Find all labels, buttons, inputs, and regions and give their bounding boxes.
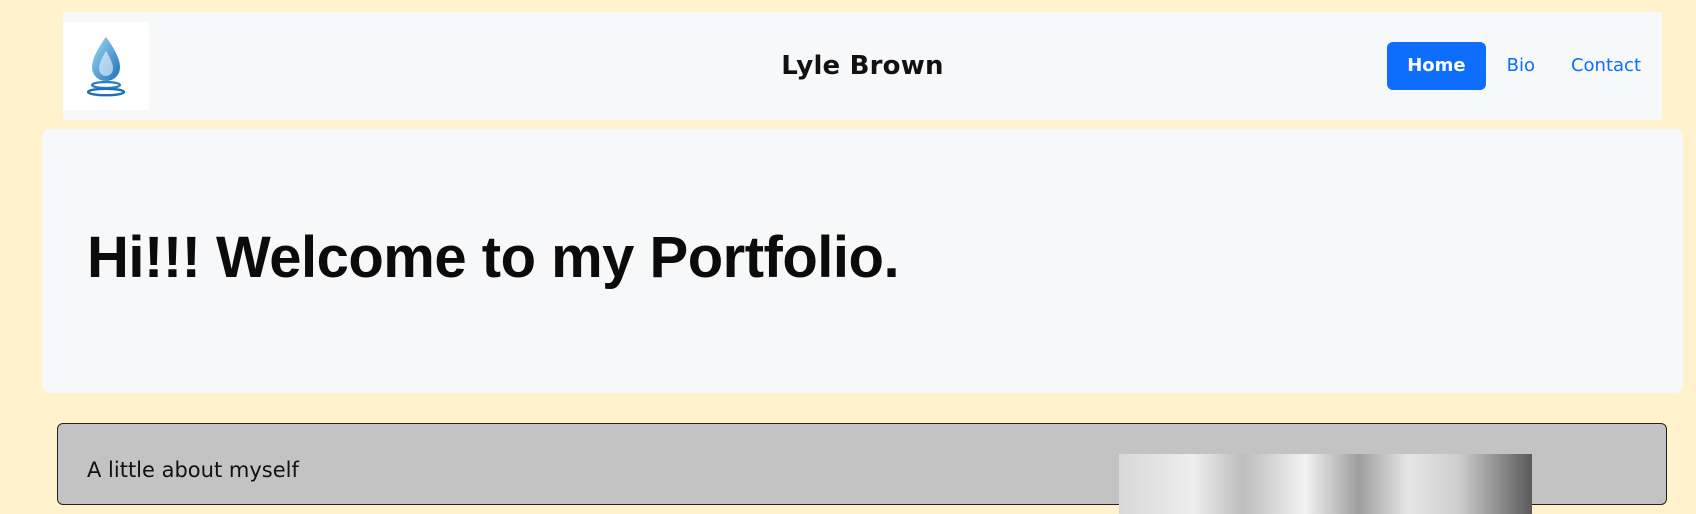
hero-title: Hi!!! Welcome to my Portfolio.: [87, 225, 900, 290]
nav-contact-link[interactable]: Contact: [1556, 44, 1656, 88]
main-nav: Home Bio Contact: [1387, 12, 1662, 120]
logo[interactable]: [63, 22, 149, 110]
hero-banner: Hi!!! Welcome to my Portfolio.: [42, 129, 1683, 393]
profile-photo: [1119, 454, 1532, 514]
water-drop-icon: [86, 37, 126, 97]
nav-home-link[interactable]: Home: [1387, 42, 1486, 90]
about-section: A little about myself: [57, 423, 1667, 514]
top-navbar: Lyle Brown Home Bio Contact: [63, 12, 1662, 120]
nav-bio-link[interactable]: Bio: [1492, 44, 1550, 88]
about-heading: A little about myself: [87, 458, 299, 482]
